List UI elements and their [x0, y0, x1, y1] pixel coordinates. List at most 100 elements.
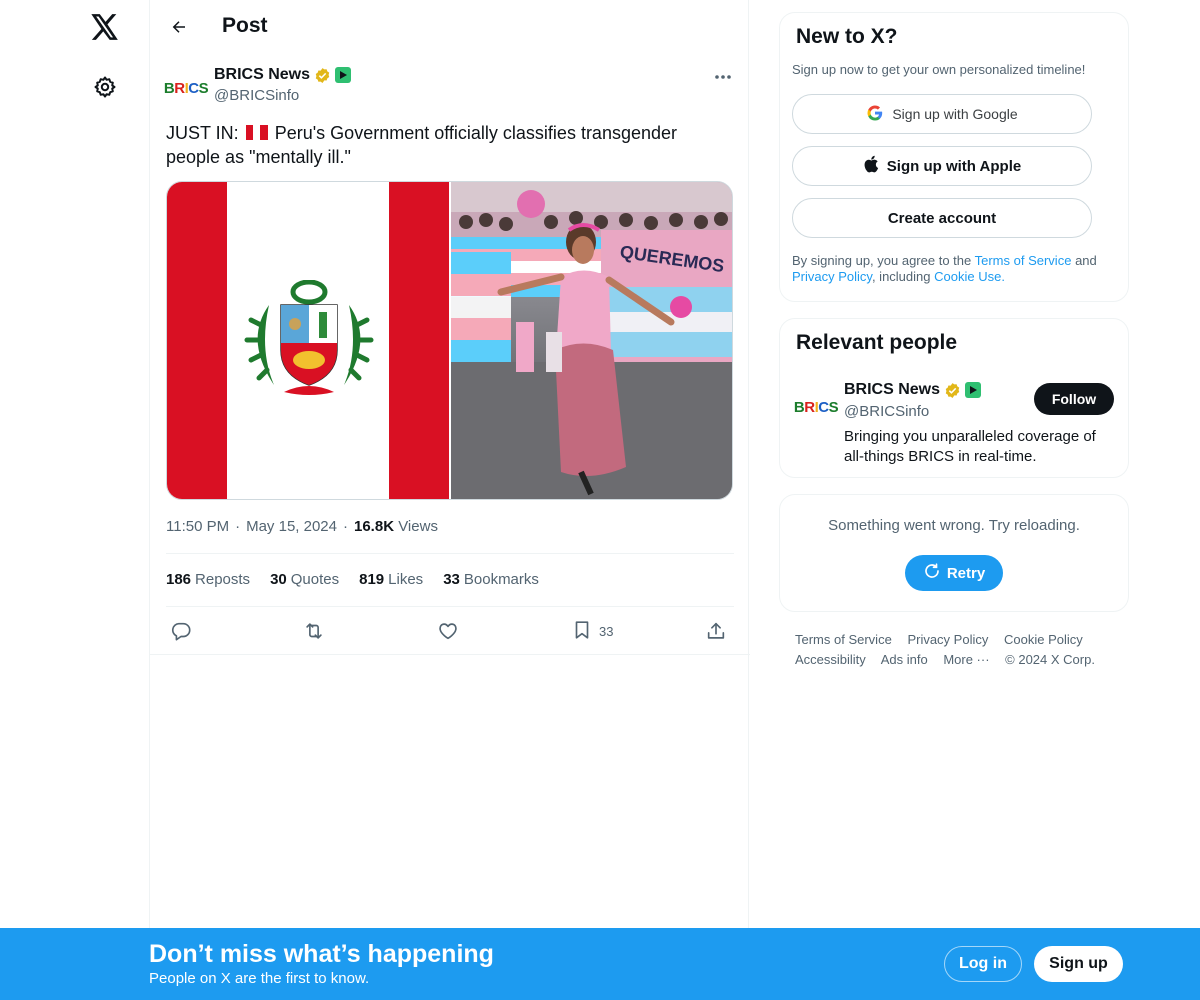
post-media[interactable]: QUEREMOS [166, 181, 733, 500]
quotes-label: Quotes [290, 571, 340, 588]
retry-icon [923, 562, 941, 584]
quotes-stat[interactable]: 30 Quotes [270, 571, 339, 588]
signup-terms: By signing up, you agree to the Terms of… [792, 253, 1122, 285]
bookmark-action-count: 33 [599, 623, 614, 639]
login-button[interactable]: Log in [944, 946, 1022, 982]
peru-coat-of-arms [244, 280, 374, 395]
post-date[interactable]: May 15, 2024 [246, 518, 337, 535]
affiliate-badge-icon[interactable] [965, 382, 982, 398]
page-title: Post [222, 14, 268, 37]
main-column: Post BRICS BRICS News @BRICSinfo JUST IN… [149, 0, 750, 1000]
footer-more-link[interactable]: More ··· [943, 652, 989, 667]
person-bio: Bringing you unparalleled coverage of al… [844, 428, 1096, 465]
cookie-use-link[interactable]: Cookie Use. [934, 269, 1005, 284]
apple-signup-button[interactable]: Sign up with Apple [792, 146, 1092, 186]
gear-icon[interactable] [90, 72, 120, 102]
protest-photo-illustration: QUEREMOS [451, 182, 732, 499]
peru-flag-icon [245, 125, 268, 140]
privacy-policy-link[interactable]: Privacy Policy [792, 269, 872, 284]
google-signup-button[interactable]: Sign up with Google [792, 94, 1092, 134]
signup-card-title: New to X? [796, 25, 898, 48]
post-actions: 33 [166, 617, 734, 645]
terms-and: and [1075, 253, 1097, 268]
peru-flag-image[interactable] [167, 182, 449, 499]
protest-photo[interactable]: QUEREMOS [451, 182, 732, 499]
person-name-text[interactable]: BRICS News [844, 381, 940, 399]
views-count: 16.8K [354, 518, 395, 535]
footer-terms-link[interactable]: Terms of Service [795, 632, 892, 647]
divider [166, 553, 734, 554]
apple-signup-label: Sign up with Apple [886, 157, 1022, 175]
avatar[interactable]: BRICS [164, 68, 209, 108]
reposts-label: Reposts [195, 571, 251, 588]
banner-title: Don’t miss what’s happening [149, 940, 494, 968]
post-text-prefix: JUST IN: [166, 123, 239, 143]
create-account-button[interactable]: Create account [792, 198, 1092, 238]
quotes-count: 30 [270, 571, 287, 588]
bookmarks-count: 33 [443, 571, 460, 588]
apple-icon [863, 155, 879, 177]
google-icon [866, 104, 884, 125]
affiliate-badge-icon[interactable] [335, 67, 352, 83]
relevant-people-card: Relevant people BRICS BRICS News @BRICSi… [779, 318, 1129, 478]
separator-dot: · [235, 518, 241, 535]
verified-icon [944, 382, 961, 399]
reply-icon[interactable] [170, 617, 192, 645]
x-logo-icon[interactable] [88, 10, 122, 44]
footer-cookie-link[interactable]: Cookie Policy [1004, 632, 1083, 647]
likes-count: 819 [359, 571, 385, 588]
terms-including: , including [871, 269, 931, 284]
post-text-body: Peru's Government officially classifies … [166, 123, 678, 167]
likes-stat[interactable]: 819 Likes [359, 571, 423, 588]
separator-dot: · [343, 518, 348, 535]
follow-button[interactable]: Follow [1034, 383, 1114, 415]
divider [150, 654, 750, 655]
more-icon[interactable] [710, 66, 736, 88]
signup-card-subtitle: Sign up now to get your own personalized… [792, 62, 1086, 77]
reposts-count: 186 [166, 571, 192, 588]
retry-button[interactable]: Retry [905, 555, 1003, 591]
post-header: Post [150, 0, 750, 54]
author-name-text[interactable]: BRICS News [214, 66, 310, 84]
google-signup-label: Sign up with Google [892, 106, 1018, 122]
footer-links: Terms of Service Privacy Policy Cookie P… [795, 630, 1125, 670]
repost-icon[interactable] [303, 617, 325, 645]
signup-card: New to X? Sign up now to get your own pe… [779, 12, 1129, 302]
post-author: BRICS BRICS News @BRICSinfo [164, 64, 736, 108]
error-message: Something went wrong. Try reloading. [828, 517, 1080, 534]
post-time[interactable]: 11:50 PM [166, 518, 229, 535]
signup-button[interactable]: Sign up [1034, 946, 1123, 982]
person-handle[interactable]: @BRICSinfo [844, 403, 929, 420]
views-label: Views [398, 518, 438, 535]
footer-accessibility-link[interactable]: Accessibility [795, 652, 866, 667]
footer-copyright: © 2024 X Corp. [1005, 652, 1095, 667]
author-name[interactable]: BRICS News [214, 66, 352, 84]
footer-ads-link[interactable]: Ads info [881, 652, 928, 667]
bookmark-icon [571, 619, 593, 644]
avatar[interactable]: BRICS [794, 387, 839, 427]
post-timestamp: 11:50 PM · May 15, 2024 · 16.8K Views [166, 518, 438, 535]
bookmarks-label: Bookmarks [463, 571, 539, 588]
person-name[interactable]: BRICS News [844, 381, 982, 399]
post-text: JUST IN: Peru's Government officially cl… [166, 121, 734, 169]
error-card: Something went wrong. Try reloading. Ret… [779, 494, 1129, 612]
footer-privacy-link[interactable]: Privacy Policy [907, 632, 988, 647]
left-nav [0, 0, 150, 1000]
bookmarks-stat[interactable]: 33 Bookmarks [443, 571, 539, 588]
post-stats: 186 Reposts 30 Quotes 819 Likes 33 Bookmarks [166, 571, 539, 588]
terms-of-service-link[interactable]: Terms of Service [975, 253, 1072, 268]
author-handle[interactable]: @BRICSinfo [214, 87, 299, 104]
login-banner: Don’t miss what’s happening People on X … [0, 928, 1200, 1000]
reposts-stat[interactable]: 186 Reposts [166, 571, 250, 588]
divider [166, 606, 734, 607]
back-arrow-icon[interactable] [164, 12, 194, 42]
relevant-person[interactable]: BRICS BRICS News @BRICSinfo Bringing you… [794, 379, 1114, 469]
share-icon[interactable] [705, 617, 727, 645]
banner-subtitle: People on X are the first to know. [149, 970, 370, 987]
views-count-group: 16.8K Views [354, 518, 438, 535]
like-icon[interactable] [437, 617, 459, 645]
bookmark-button[interactable]: 33 [571, 617, 613, 645]
terms-prefix: By signing up, you agree to the [792, 253, 972, 268]
verified-icon [314, 67, 331, 84]
relevant-people-title: Relevant people [796, 331, 958, 354]
